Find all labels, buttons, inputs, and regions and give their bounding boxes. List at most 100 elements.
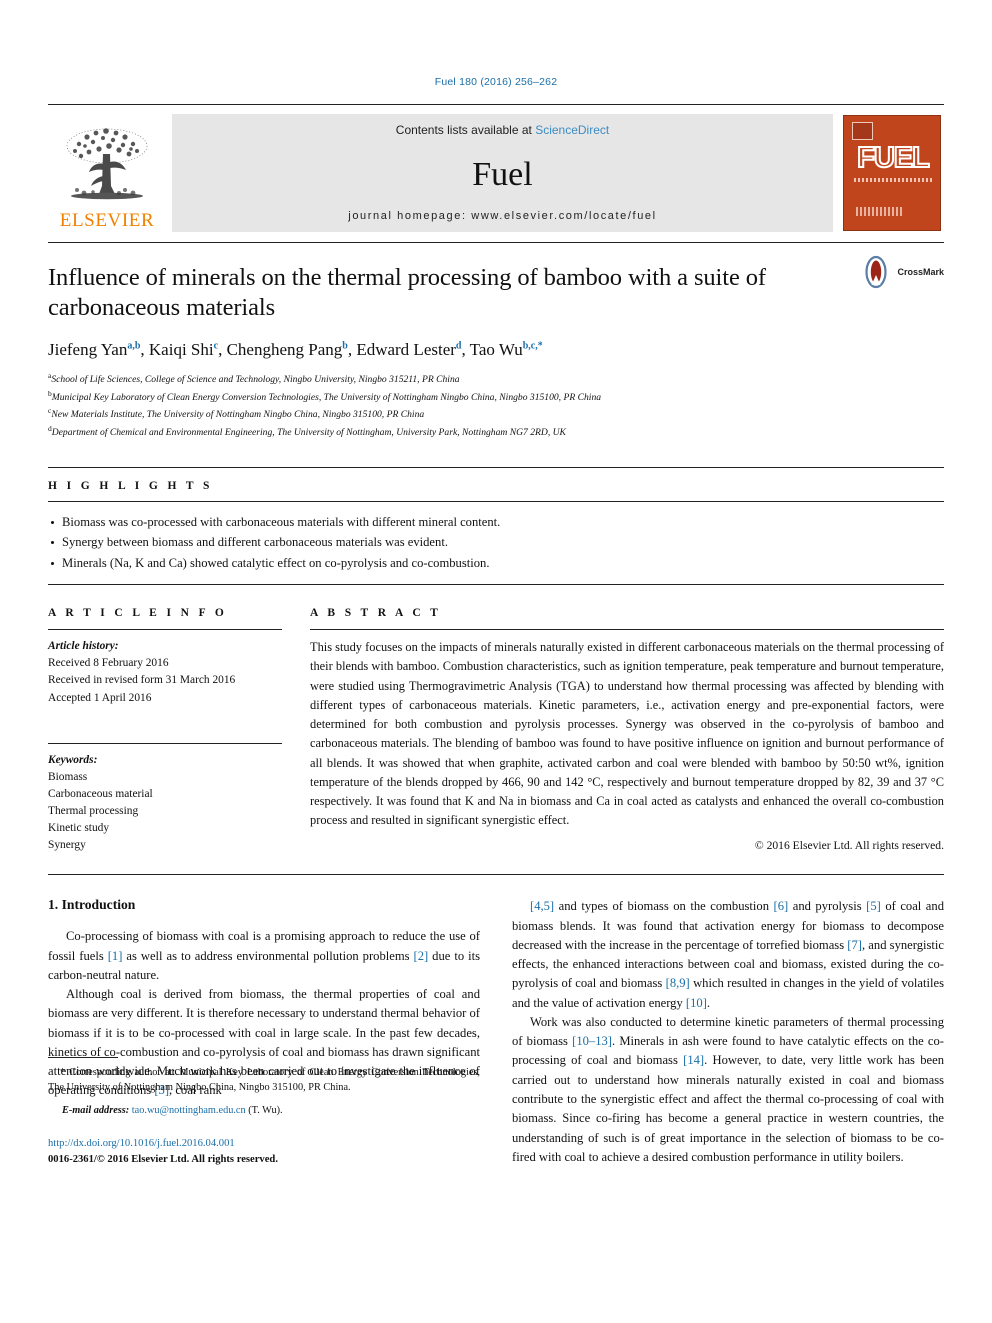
affiliation-mark: c [48,406,52,416]
body-paragraph: Work was also conducted to determine kin… [512,1014,944,1164]
author-name: Kaiqi Shi [148,339,214,359]
abstract-text: This study focuses on the impacts of min… [310,640,944,828]
article-history-item: Accepted 1 April 2016 [48,691,152,704]
citation-ref[interactable]: [1] [108,949,123,963]
author-affiliation-mark: c [213,340,219,352]
cover-subtitle-bar [854,178,932,182]
introduction-heading: 1. Introduction [48,897,136,913]
author-affiliation-mark: b,c, [522,340,538,352]
cover-fuel-wordmark: FUEL [856,142,931,174]
citation-ref[interactable]: [6] [774,899,789,913]
affiliation-mark: d [48,424,52,433]
issn-copyright: 0016-2361/© 2016 Elsevier Ltd. All right… [48,1153,278,1165]
author-list: Jiefeng Yana,b, Kaiqi Shic, Chengheng Pa… [48,339,543,359]
article-history-item: Received in revised form 31 March 2016 [48,674,236,687]
journal-cover-art: FUEL [843,115,941,231]
journal-title: Fuel [472,155,533,193]
citation-ref[interactable]: [2] [414,949,429,963]
footnote-rule [48,1057,118,1059]
keyword-item: Carbonaceous material [48,787,153,800]
body-paragraph: [4,5] and types of biomass on the combus… [512,899,945,1010]
abstract-column: A B S T R A C T This study focuses on th… [308,607,944,854]
email-suffix: (T. Wu). [248,1104,283,1116]
corresponding-star: * [60,1067,66,1079]
masthead-center: Contents lists available at ScienceDirec… [172,114,833,232]
article-history-lines: Received 8 February 2016 Received in revi… [48,655,282,706]
doi-block: http://dx.doi.org/10.1016/j.fuel.2016.04… [48,1136,480,1167]
citation-ref[interactable]: [4,5] [530,899,554,913]
keyword-item: Synergy [48,839,86,852]
affiliation-list: aSchool of Life Sciences, College of Sci… [48,370,944,441]
highlights-bottom-divider [48,584,944,586]
crossmark-icon [865,255,888,289]
highlights-list: Biomass was co-processed with carbonaceo… [50,512,944,574]
keyword-item: Kinetic study [48,822,110,835]
article-history-item: Received 8 February 2016 [48,657,169,670]
sciencedirect-link[interactable]: ScienceDirect [535,123,609,137]
author-affiliation-mark: d [455,340,462,352]
crossmark-label: CrossMark [897,267,944,277]
body-column-left: 1. Introduction Co-processing of biomass… [48,897,480,1167]
article-history-label: Article history: [48,640,119,653]
title-block: CrossMark Influence of minerals on the t… [48,242,944,441]
email-note: E-mail address: tao.wu@nottingham.edu.cn… [48,1103,480,1118]
abstract-divider [310,629,944,631]
elsevier-tree-icon [66,128,148,200]
affiliation-mark: a [48,370,52,380]
article-info-heading: A R T I C L E I N F O [48,607,228,620]
affiliation-mark: b [48,388,52,398]
citation-ref[interactable]: [8,9] [666,976,690,990]
affiliation-item: aSchool of Life Sciences, College of Sci… [48,370,460,386]
article-info-divider [48,629,282,631]
citation-ref[interactable]: [14] [683,1053,704,1067]
article-info-column: A R T I C L E I N F O Article history: R… [48,607,308,854]
keywords-label: Keywords: [48,753,98,766]
highlights-divider [48,500,944,502]
highlight-item: Minerals (Na, K and Ca) showed catalytic… [50,553,944,574]
body-column-right: [4,5] and types of biomass on the combus… [512,897,944,1167]
author-affiliation-mark: b [342,340,348,352]
highlights-section: H I G H L I G H T S Biomass was co-proce… [48,466,944,586]
citation-ref[interactable]: [5] [866,899,881,913]
crossmark-badge[interactable]: CrossMark [859,255,944,289]
keywords-divider [48,742,282,744]
citation-ref[interactable]: [10–13] [572,1034,612,1048]
running-head: Fuel 180 (2016) 256–262 [434,76,558,88]
author-affiliation-mark: a,b [127,340,141,352]
keyword-item: Biomass [48,770,88,783]
intro-right-paragraphs: [4,5] and types of biomass on the combus… [512,897,944,1167]
email-link[interactable]: tao.wu@nottingham.edu.cn [132,1105,246,1116]
author-name: Tao Wu [469,339,523,359]
body-columns: 1. Introduction Co-processing of biomass… [48,897,944,1167]
info-abstract-row: A R T I C L E I N F O Article history: R… [48,607,944,854]
affiliation-item: bMunicipal Key Laboratory of Clean Energ… [48,388,602,403]
author-name: Edward Lester [356,339,456,359]
contents-available-line: Contents lists available at ScienceDirec… [396,123,609,137]
abstract-copyright: © 2016 Elsevier Ltd. All rights reserved… [754,839,944,853]
body-divider [48,874,944,876]
highlight-item: Biomass was co-processed with carbonaceo… [50,512,944,533]
highlights-heading: H I G H L I G H T S [48,479,213,492]
doi-link[interactable]: http://dx.doi.org/10.1016/j.fuel.2016.04… [48,1136,480,1151]
cover-elsevier-mark-icon [852,122,873,140]
author-name: Chengheng Pang [226,339,343,359]
citation-ref[interactable]: [7] [847,938,862,952]
affiliation-item: cNew Materials Institute, The University… [48,406,425,421]
abstract-heading: A B S T R A C T [310,607,442,620]
elsevier-wordmark: ELSEVIER [59,210,155,231]
journal-cover-image: FUEL [840,114,944,232]
footnote-block: * Corresponding author at: Municipal Key… [48,1057,480,1167]
journal-masthead: ELSEVIER Contents lists available at Sci… [48,104,944,232]
affiliation-item: dDepartment of Chemical and Environmenta… [48,424,566,439]
journal-homepage[interactable]: journal homepage: www.elsevier.com/locat… [348,210,656,222]
body-paragraph: Co-processing of biomass with coal is a … [48,929,481,982]
author-name: Jiefeng Yan [48,339,128,359]
highlight-item: Synergy between biomass and different ca… [50,532,944,553]
elsevier-logo: ELSEVIER [48,114,166,232]
contents-prefix: Contents lists available at [395,123,536,137]
keyword-item: Thermal processing [48,805,139,818]
citation-ref[interactable]: [10] [686,996,707,1010]
email-label: E-mail address: [62,1104,130,1116]
cover-footer-bar [856,207,904,216]
paper-page: Fuel 180 (2016) 256–262 ELSEVIER Content… [0,0,992,1323]
